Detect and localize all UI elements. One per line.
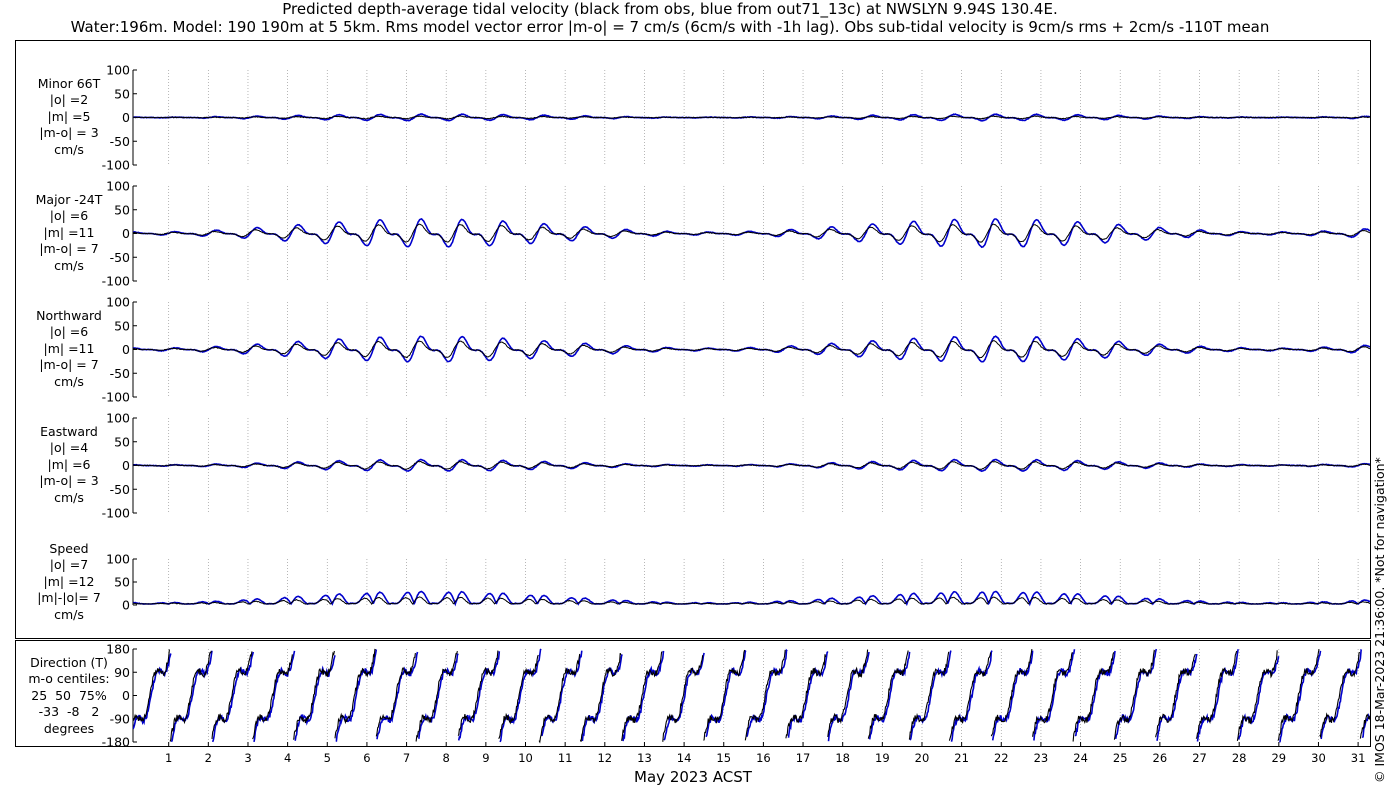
x-tick-label: 31 [1351,751,1366,765]
panel-label-line: |m| =11 [43,340,95,356]
x-axis-label: May 2023 ACST [634,768,752,786]
tidal-velocity-figure: 1 2 3 4 5 6 7 8 9 10 11 12 13 14 15 16 17 18 19 20 21 22 23 24 2… [15,40,1371,765]
x-tick-label: 12 [597,751,612,765]
panel-label-line: Direction (T) [30,654,108,670]
panel-direction: 180900-90-180 [102,642,1370,750]
y-tick-label: -100 [102,274,130,289]
x-tick-label: 10 [518,751,533,765]
panel-label-line: |m-o| = 3 [39,125,99,141]
lower-frame [15,640,1371,747]
panel-label-line: Eastward [40,423,98,439]
obs-series-line [133,460,1370,470]
x-tick-label: 15 [716,751,731,765]
y-tick-label: -100 [102,158,130,173]
x-tick-label: 3 [244,751,251,765]
x-tick-label: 25 [1113,751,1128,765]
panel-label-line: |m-o| = 7 [39,357,99,373]
x-tick-label: 18 [835,751,850,765]
panel-label-line: -33 -8 2 [38,704,100,720]
panel-label-line: Minor 66T [37,75,101,91]
day-gridlines [168,70,1359,742]
x-tick-label: 20 [915,751,930,765]
y-tick-label: -100 [102,506,130,521]
panel-label-line: Major -24T [35,191,103,207]
panel-north: 100500-50-100 [102,295,1370,405]
x-tick-label: 19 [875,751,890,765]
x-tick-label: 28 [1232,751,1247,765]
x-tick-label: 16 [756,751,771,765]
x-tick-label: 30 [1311,751,1326,765]
x-tick-label: 9 [482,751,489,765]
obs-series-line [133,223,1370,243]
x-tick-label: 1 [165,751,172,765]
x-tick-label: 14 [677,751,692,765]
panel-label-line: |m| =5 [47,108,91,124]
panel-label-line: degrees [43,720,95,736]
x-tick-label: 21 [954,751,969,765]
panel-major: 100500-50-100 [102,179,1370,289]
x-tick-label: 24 [1073,751,1088,765]
upper-frame [15,40,1371,639]
x-tick-label: 11 [558,751,573,765]
x-tick-label: 7 [403,751,410,765]
panel-label-line: cm/s [54,373,84,389]
x-tick-label: 6 [363,751,370,765]
panel-east: 100500-50-100 [102,411,1370,521]
panel-label-line: m-o centiles: [28,671,110,687]
obs-series-line [133,648,1370,744]
panel-label-line: |o| =4 [49,440,89,456]
panel-label-direction: Direction (T) m-o centiles: 25 50 75% -33 -… [14,655,124,738]
panel-label-line: Speed [49,540,89,556]
panel-label-line: cm/s [54,257,84,273]
panel-label-east: Eastward |o| =4 |m| =6 |m-o| = 3 cm/s [14,424,124,507]
panel-label-line: |o| =2 [49,92,89,108]
panel-label-line: |m-o| = 3 [39,473,99,489]
obs-series-line [133,340,1370,359]
panel-label-line: Northward [36,307,102,323]
panel-label-line: cm/s [54,606,84,622]
x-tick-label: 8 [443,751,450,765]
x-tick-label: 29 [1271,751,1286,765]
x-tick-label: 27 [1192,751,1207,765]
copyright-notice: © IMOS 18-Mar-2023 21:36:00. *Not for na… [1372,457,1387,783]
panel-label-line: |m-o| = 7 [39,241,99,257]
panel-label-line: |m| =6 [47,456,91,472]
x-tick-label: 5 [324,751,331,765]
x-tick-label: 2 [205,751,212,765]
x-tick-label: 17 [796,751,811,765]
panel-label-line: |o| =7 [49,557,89,573]
panel-label-line: |m| =12 [43,573,95,589]
x-tick-label: 23 [1034,751,1049,765]
x-tick-label: 13 [637,751,652,765]
x-tick-label: 22 [994,751,1009,765]
panel-label-line: |m| =11 [43,224,95,240]
panel-label-major: Major -24T |o| =6 |m| =11 |m-o| = 7 cm/s [14,192,124,275]
x-tick-label: 26 [1153,751,1168,765]
panel-label-north: Northward |o| =6 |m| =11 |m-o| = 7 cm/s [14,308,124,391]
model-series-line [133,648,1370,743]
panel-label-line: |o| =6 [49,324,89,340]
panel-label-line: cm/s [54,489,84,505]
panel-label-line: |m|-|o|= 7 [37,590,101,606]
y-tick-label: -100 [102,390,130,405]
panel-minor: 100500-50-100 [102,63,1370,173]
panel-label-line: |o| =6 [49,208,89,224]
panel-label-minor: Minor 66T |o| =2 |m| =5 |m-o| = 3 cm/s [14,76,124,159]
panel-label-speed: Speed |o| =7 |m| =12 |m|-|o|= 7 cm/s [14,541,124,624]
panel-speed: 100500 [106,552,1370,613]
panel-label-line: 25 50 75% [31,687,107,703]
x-tick-label: 4 [284,751,291,765]
panel-label-line: cm/s [54,141,84,157]
